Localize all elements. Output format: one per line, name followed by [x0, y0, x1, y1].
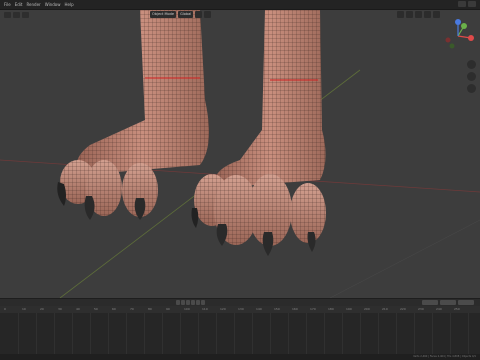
snap-icon[interactable] [195, 11, 203, 18]
gizmo-x-icon[interactable] [468, 35, 474, 41]
view-menu-icon[interactable] [13, 12, 20, 18]
prev-keyframe-icon[interactable] [181, 300, 185, 305]
ruler-tick: 200 [364, 307, 370, 311]
ruler-tick: 80 [148, 307, 152, 311]
gizmo-z-icon[interactable] [455, 19, 461, 25]
editor-type-icon[interactable] [4, 12, 11, 18]
solid-shading-icon[interactable] [424, 11, 431, 18]
menu-file[interactable]: File [4, 0, 11, 9]
play-icon[interactable] [191, 300, 195, 305]
ruler-tick: 70 [130, 307, 134, 311]
ruler-tick: 220 [400, 307, 406, 311]
playback-controls [176, 299, 205, 305]
end-frame-field[interactable] [458, 300, 474, 305]
play-reverse-icon[interactable] [186, 300, 190, 305]
orientation-dropdown[interactable]: Global [178, 11, 194, 18]
ruler-tick: 10 [22, 307, 26, 311]
ruler-tick: 110 [202, 307, 208, 311]
main-menu: File Edit Render Window Help [0, 0, 74, 9]
viewport-nav-buttons [467, 60, 476, 93]
scene-stats: Verts 2,460 | Faces 2,404 | Tris 4,808 |… [413, 355, 476, 358]
ruler-tick: 140 [256, 307, 262, 311]
timeline-area[interactable] [0, 313, 480, 354]
left-paw[interactable] [57, 10, 210, 220]
select-menu-icon[interactable] [22, 12, 29, 18]
viewport-canvas [0, 10, 480, 298]
ruler-tick: 0 [4, 307, 6, 311]
ruler-tick: 180 [328, 307, 334, 311]
ruler-tick: 250 [454, 307, 460, 311]
timeline-header [0, 298, 480, 306]
status-bar: Verts 2,460 | Faces 2,404 | Tris 4,808 |… [0, 354, 480, 360]
pan-icon[interactable] [467, 72, 476, 81]
menu-render[interactable]: Render [26, 0, 40, 9]
menu-edit[interactable]: Edit [15, 0, 23, 9]
ruler-tick: 210 [382, 307, 388, 311]
3d-viewport[interactable]: Object Mode Global [0, 10, 480, 298]
zoom-icon[interactable] [467, 60, 476, 69]
start-frame-field[interactable] [440, 300, 456, 305]
ruler-tick: 150 [274, 307, 280, 311]
mode-dropdown[interactable]: Object Mode [150, 11, 177, 18]
timeline-ruler[interactable]: 0 10 20 30 40 50 60 70 80 90 100 110 120… [0, 306, 480, 313]
menu-help[interactable]: Help [64, 0, 73, 9]
current-frame-field[interactable] [422, 300, 438, 305]
ruler-tick: 20 [40, 307, 44, 311]
workspace-buttons [458, 1, 476, 7]
ruler-tick: 190 [346, 307, 352, 311]
ruler-tick: 120 [220, 307, 226, 311]
overlays-icon[interactable] [397, 11, 404, 18]
ruler-tick: 90 [166, 307, 170, 311]
ruler-tick: 40 [76, 307, 80, 311]
viewport-header-right [397, 11, 440, 18]
menu-window[interactable]: Window [45, 0, 61, 9]
ruler-tick: 130 [238, 307, 244, 311]
viewport-header-center: Object Mode Global [150, 11, 212, 18]
right-paw[interactable] [191, 10, 327, 256]
jump-end-icon[interactable] [201, 300, 205, 305]
view-layer-button[interactable] [468, 1, 476, 7]
ruler-tick: 30 [58, 307, 62, 311]
frame-range [422, 300, 474, 305]
ruler-tick: 230 [418, 307, 424, 311]
gizmo-y-icon[interactable] [461, 23, 467, 29]
navigation-gizmo[interactable] [438, 16, 478, 56]
ruler-tick: 100 [184, 307, 190, 311]
jump-start-icon[interactable] [176, 300, 180, 305]
proportional-edit-icon[interactable] [204, 11, 212, 18]
ruler-tick: 240 [436, 307, 442, 311]
ruler-tick: 160 [292, 307, 298, 311]
ruler-tick: 50 [94, 307, 98, 311]
top-bar: File Edit Render Window Help [0, 0, 480, 10]
ruler-tick: 60 [112, 307, 116, 311]
camera-icon[interactable] [467, 84, 476, 93]
scene-button[interactable] [458, 1, 466, 7]
wireframe-shading-icon[interactable] [415, 11, 422, 18]
viewport-header-left [4, 12, 29, 18]
ruler-tick: 170 [310, 307, 316, 311]
next-keyframe-icon[interactable] [196, 300, 200, 305]
xray-icon[interactable] [406, 11, 413, 18]
